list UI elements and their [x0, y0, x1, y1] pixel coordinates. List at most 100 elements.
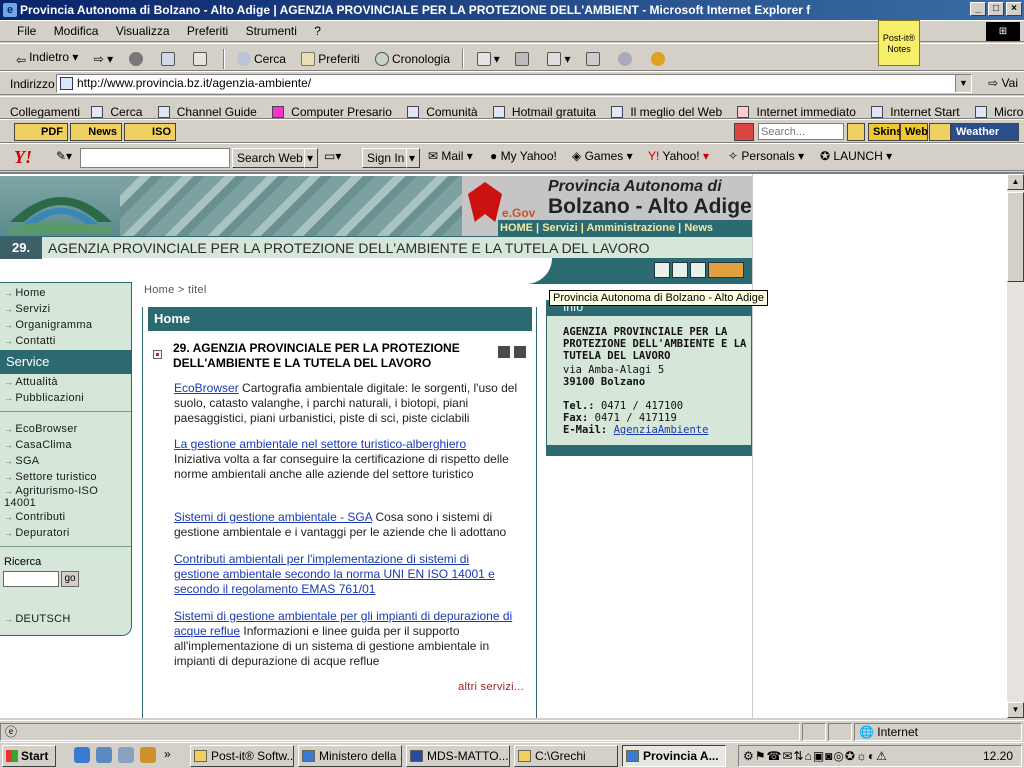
address-input[interactable]: http://www.provincia.bz.it/agenzia-ambie…: [56, 74, 972, 93]
iso-button[interactable]: ISO: [124, 123, 176, 141]
task-grechi[interactable]: C:\Grechi: [514, 745, 618, 767]
link-hotmail[interactable]: Hotmail gratuita: [489, 97, 604, 118]
leftnav-attualita[interactable]: Attualità: [4, 376, 58, 388]
leftnav-depuratori[interactable]: Depuratori: [4, 527, 70, 539]
nav-home[interactable]: HOME: [500, 222, 533, 234]
leftnav-deutsch[interactable]: DEUTSCH: [4, 613, 71, 625]
menu-help[interactable]: ?: [307, 21, 328, 41]
outlook-quicklaunch-icon[interactable]: [96, 747, 112, 763]
maximize-button[interactable]: □: [988, 2, 1004, 16]
toolbar-search-input[interactable]: [758, 123, 844, 140]
favorites-button[interactable]: Preferiti: [295, 46, 365, 71]
sign-in-button[interactable]: Sign In: [362, 148, 410, 168]
mail-button[interactable]: ▾: [471, 46, 506, 71]
search-go-icon[interactable]: [847, 123, 865, 141]
minimize-button[interactable]: _: [970, 2, 986, 16]
link-computer-presario[interactable]: Computer Presario: [268, 97, 400, 118]
pencil-icon[interactable]: ✎▾: [56, 149, 72, 163]
menu-visualizza[interactable]: Visualizza: [109, 21, 177, 41]
games-button[interactable]: ◈ Games ▾: [572, 149, 633, 163]
leftnav-agriturismo[interactable]: Agriturismo-ISO 14001: [4, 485, 104, 509]
link-meglio-web[interactable]: Il meglio del Web: [607, 97, 730, 118]
mountains-icon[interactable]: [708, 262, 744, 278]
search-web-dropdown[interactable]: ▾: [304, 148, 318, 168]
site-search-input[interactable]: [3, 571, 59, 587]
entry-link[interactable]: EcoBrowser: [174, 381, 239, 395]
desktop-quicklaunch-icon[interactable]: [118, 747, 134, 763]
history-button[interactable]: Cronologia: [369, 46, 456, 71]
link-internet-start[interactable]: Internet Start: [867, 97, 967, 118]
task-postit[interactable]: Post-it® Softw...: [190, 745, 294, 767]
messenger-button[interactable]: [612, 46, 641, 71]
magnifier-icon[interactable]: [690, 262, 706, 278]
gift-icon[interactable]: [734, 123, 754, 141]
postit-notes-button[interactable]: Post-it® Notes: [878, 20, 920, 66]
address-dropdown-icon[interactable]: ▼: [955, 75, 971, 92]
up-icon[interactable]: [498, 346, 510, 358]
link-internet-immediato[interactable]: Internet immediato: [733, 97, 863, 118]
yahoo-logo[interactable]: Y!: [14, 147, 32, 168]
home-button[interactable]: [187, 46, 216, 71]
print-button[interactable]: [509, 46, 538, 71]
launch-button[interactable]: ✪ LAUNCH ▾: [820, 149, 892, 163]
ie-quicklaunch-icon[interactable]: [74, 747, 90, 763]
link-microsoft[interactable]: Microsoft: [971, 97, 1024, 118]
link-comunita[interactable]: Comunità: [403, 97, 485, 118]
stop-button[interactable]: [123, 46, 152, 71]
task-mds[interactable]: MDS-MATTO...: [406, 745, 510, 767]
yahoo-search-input[interactable]: [80, 148, 230, 168]
yahoo-button[interactable]: Y! Yahoo! ▾: [648, 149, 709, 163]
leftnav-organigramma[interactable]: Organigramma: [4, 319, 92, 331]
menu-modifica[interactable]: Modifica: [47, 21, 106, 41]
email-link[interactable]: AgenziaAmbiente: [614, 424, 709, 436]
sign-in-dropdown[interactable]: ▾: [406, 148, 420, 168]
search-web-button[interactable]: Search Web: [232, 148, 308, 168]
info-icon[interactable]: [514, 346, 526, 358]
nav-amministrazione[interactable]: Amministrazione: [586, 222, 675, 234]
leftnav-contributi[interactable]: Contributi: [4, 511, 65, 523]
yahoo-mail-button[interactable]: ✉ Mail ▾: [428, 149, 473, 163]
link-cerca[interactable]: Cerca: [87, 97, 150, 118]
leftnav-sga[interactable]: SGA: [4, 455, 39, 467]
task-provincia[interactable]: Provincia A...: [622, 745, 726, 767]
web-button[interactable]: Web: [900, 123, 928, 141]
scroll-thumb[interactable]: [1007, 192, 1024, 282]
scroll-down-icon[interactable]: ▼: [1007, 702, 1024, 718]
weather-button[interactable]: Weather: [951, 123, 1019, 141]
pdf-button[interactable]: PDF: [14, 123, 68, 141]
search-button[interactable]: Cerca: [231, 46, 292, 71]
menu-file[interactable]: File: [10, 21, 43, 41]
close-button[interactable]: ×: [1006, 2, 1022, 16]
leftnav-casaclima[interactable]: CasaClima: [4, 439, 72, 451]
medal-button[interactable]: [645, 46, 674, 71]
edit-button[interactable]: ▾: [541, 46, 576, 71]
entry-link[interactable]: Contributi ambientali per l'implementazi…: [174, 552, 495, 596]
leftnav-pubblicazioni[interactable]: Pubblicazioni: [4, 392, 84, 404]
highlight-icon[interactable]: ▭▾: [324, 149, 341, 163]
entry-link[interactable]: La gestione ambientale nel settore turis…: [174, 437, 466, 451]
leftnav-home[interactable]: Home: [4, 287, 46, 299]
leftnav-servizi[interactable]: Servizi: [4, 303, 50, 315]
nav-news[interactable]: News: [684, 222, 713, 234]
tag-icon[interactable]: [929, 123, 951, 141]
news-button[interactable]: News: [70, 123, 122, 141]
forward-button[interactable]: ⇨ ▾: [88, 46, 119, 71]
phone-icon[interactable]: [654, 262, 670, 278]
more-services-link[interactable]: altri servizi...: [458, 681, 524, 693]
personals-button[interactable]: ✧ Personals ▾: [728, 149, 804, 163]
nav-servizi[interactable]: Servizi: [542, 222, 577, 234]
leftnav-contatti[interactable]: Contatti: [4, 335, 56, 347]
my-yahoo-button[interactable]: ● My Yahoo!: [490, 149, 557, 163]
site-search-go-button[interactable]: go: [61, 571, 79, 587]
go-button[interactable]: ⇨ Vai: [988, 76, 1018, 90]
swap-icon[interactable]: [672, 262, 688, 278]
entry-link[interactable]: Sistemi di gestione ambientale - SGA: [174, 510, 372, 524]
menu-preferiti[interactable]: Preferiti: [180, 21, 235, 41]
discuss-button[interactable]: [580, 46, 609, 71]
refresh-button[interactable]: [155, 46, 184, 71]
tray-icons[interactable]: ⚙⚑☎✉⇅⌂▣◙◎✪☼◐⚠: [743, 746, 888, 766]
leftnav-ecobrowser[interactable]: EcoBrowser: [4, 423, 78, 435]
back-button[interactable]: ⇦ Indietro ▾: [10, 44, 84, 70]
vertical-scrollbar[interactable]: ▲ ▼: [1007, 172, 1024, 718]
leftnav-settore-turistico[interactable]: Settore turistico: [4, 471, 97, 483]
